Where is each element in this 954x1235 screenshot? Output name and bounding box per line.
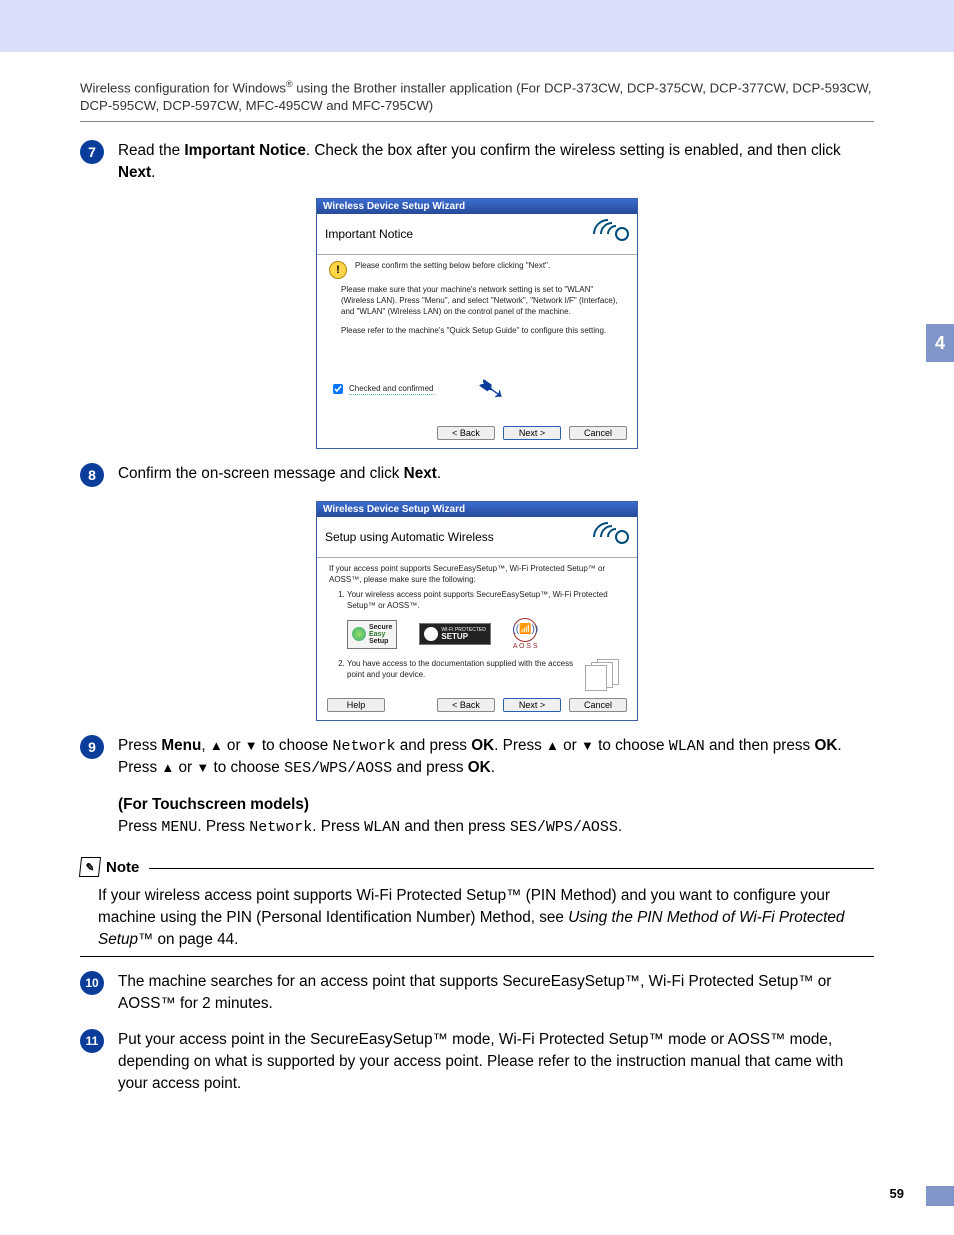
- note-text: If your wireless access point supports W…: [98, 885, 874, 952]
- wps-logo-icon: WI-FI PROTECTED SETUP: [419, 623, 490, 645]
- step-11: 11 Put your access point in the SecureEa…: [80, 1029, 874, 1096]
- note-icon: ✎: [79, 857, 101, 877]
- step-number-11: 11: [80, 1029, 104, 1053]
- wireless-logo-icon: [541, 523, 629, 551]
- step-number-10: 10: [80, 971, 104, 995]
- documents-icon: [585, 659, 625, 687]
- cancel-button[interactable]: Cancel: [569, 426, 627, 440]
- dialog-heading: Important Notice: [325, 227, 413, 241]
- note-label: Note: [106, 859, 139, 876]
- step-11-text: Put your access point in the SecureEasyS…: [118, 1029, 874, 1096]
- dialog2-titlebar: Wireless Device Setup Wizard: [317, 502, 637, 517]
- step-number-8: 8: [80, 463, 104, 487]
- dialog-header: Important Notice: [317, 214, 637, 255]
- dialog-auto-wireless: Wireless Device Setup Wizard Setup using…: [316, 501, 638, 720]
- aoss-logo-icon: ((📶)) A O S S: [513, 618, 538, 651]
- pointer-arrow-icon: ➸: [466, 363, 516, 417]
- help-button[interactable]: Help: [327, 698, 385, 712]
- step-7: 7 Read the Important Notice. Check the b…: [80, 140, 874, 184]
- next-button[interactable]: Next >: [503, 426, 561, 440]
- step-number-9: 9: [80, 735, 104, 759]
- step-9-text: Press Menu, ▲ or ▼ to choose Network and…: [118, 735, 874, 839]
- dialog2-heading: Setup using Automatic Wireless: [325, 530, 494, 544]
- warning-icon: !: [329, 261, 347, 279]
- dialog2-intro: If your access point supports SecureEasy…: [329, 564, 625, 586]
- ses-logo-icon: Secure Easy Setup: [347, 620, 397, 649]
- dialog-paragraph-2: Please refer to the machine's "Quick Set…: [341, 326, 625, 337]
- dialog-titlebar: Wireless Device Setup Wizard: [317, 199, 637, 214]
- checked-confirmed-checkbox[interactable]: [333, 384, 343, 394]
- step-9: 9 Press Menu, ▲ or ▼ to choose Network a…: [80, 735, 874, 839]
- dialog-paragraph-1: Please make sure that your machine's net…: [341, 285, 625, 317]
- step-8: 8 Confirm the on-screen message and clic…: [80, 463, 874, 487]
- dialog-warning-text: Please confirm the setting below before …: [355, 261, 550, 272]
- step-10-text: The machine searches for an access point…: [118, 971, 874, 1015]
- touchscreen-heading: (For Touchscreen models): [118, 794, 874, 816]
- registered-mark: ®: [286, 79, 293, 89]
- page-header: Wireless configuration for Windows® usin…: [80, 78, 874, 115]
- dialog2-item-2: You have access to the documentation sup…: [347, 659, 625, 681]
- dialog2-header: Setup using Automatic Wireless: [317, 517, 637, 558]
- chapter-tab: 4: [926, 324, 954, 362]
- next-button[interactable]: Next >: [503, 698, 561, 712]
- checked-confirmed-label: Checked and confirmed: [349, 384, 434, 396]
- step-8-text: Confirm the on-screen message and click …: [118, 463, 874, 487]
- dialog-important-notice: Wireless Device Setup Wizard Important N…: [316, 198, 638, 449]
- footer-stripe: [926, 1186, 954, 1206]
- back-button[interactable]: < Back: [437, 426, 495, 440]
- step-7-text: Read the Important Notice. Check the box…: [118, 140, 874, 184]
- header-text-1: Wireless configuration for Windows: [80, 80, 286, 95]
- step-10: 10 The machine searches for an access po…: [80, 971, 874, 1015]
- back-button[interactable]: < Back: [437, 698, 495, 712]
- top-band: [0, 0, 954, 52]
- header-divider: [80, 121, 874, 122]
- step-number-7: 7: [80, 140, 104, 164]
- dialog2-item-1: Your wireless access point supports Secu…: [347, 590, 625, 612]
- page-number: 59: [890, 1186, 904, 1201]
- cancel-button[interactable]: Cancel: [569, 698, 627, 712]
- note-block: ✎ Note If your wireless access point sup…: [80, 857, 874, 957]
- wireless-logo-icon: [541, 220, 629, 248]
